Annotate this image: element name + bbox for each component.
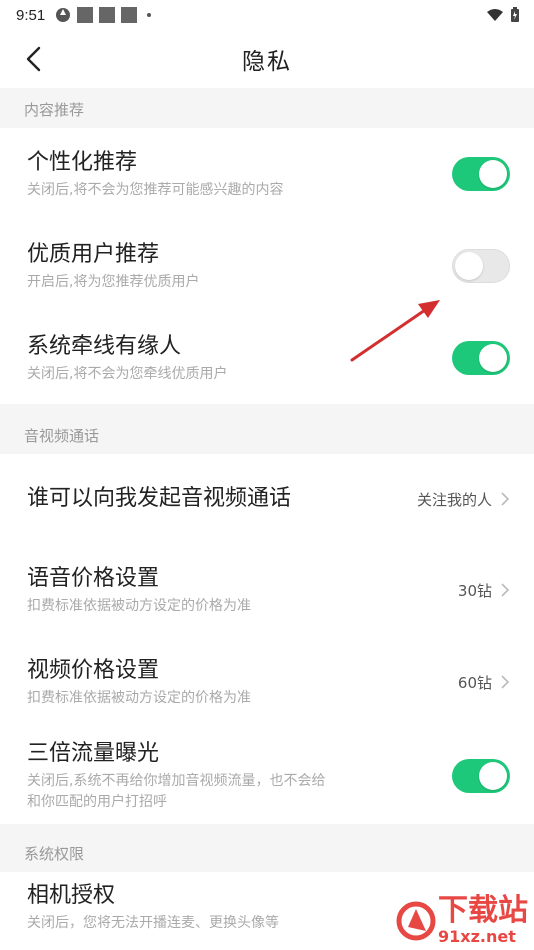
section-header-system-permissions: 系统权限 <box>0 824 534 872</box>
watermark-url: 91xz.net <box>438 927 516 946</box>
row-title: 三倍流量曝光 <box>27 741 160 766</box>
watermark-text: 下载站 <box>438 893 528 928</box>
aperture-icon <box>56 8 71 22</box>
toggle-knob <box>455 252 483 280</box>
triple-traffic-exposure-toggle[interactable] <box>452 759 510 793</box>
voice-price-row[interactable]: 语音价格设置 扣费标准依据被动方设定的价格为准 30钻 <box>0 544 534 636</box>
site-watermark: 下载站 91xz.net <box>396 895 528 946</box>
row-subtitle: 扣费标准依据被动方设定的价格为准 <box>27 597 251 614</box>
row-subtitle: 扣费标准依据被动方设定的价格为准 <box>27 689 251 706</box>
row-subtitle: 和你匹配的用户打招呼 <box>27 794 167 810</box>
triple-traffic-exposure-row: 三倍流量曝光 关闭后,系统不再给你增加音视频流量，也不会给 和你匹配的用户打招呼 <box>0 728 534 824</box>
section-header-av-call: 音视频通话 <box>0 404 534 454</box>
status-bar: 9:51 <box>0 0 534 30</box>
back-button[interactable] <box>18 42 48 76</box>
notification-icon <box>77 7 94 23</box>
personalized-recommend-row: 个性化推荐 关闭后,将不会为您推荐可能感兴趣的内容 <box>0 128 534 220</box>
row-subtitle: 关闭后,将不会为您牵线优质用户 <box>27 365 228 382</box>
quality-user-recommend-row: 优质用户推荐 开启后,将为您推荐优质用户 <box>0 220 534 312</box>
who-can-call-row[interactable]: 谁可以向我发起音视频通话 关注我的人 <box>0 454 534 544</box>
video-price-row[interactable]: 视频价格设置 扣费标准依据被动方设定的价格为准 60钻 <box>0 636 534 728</box>
status-notification-icons <box>55 7 152 23</box>
row-title: 优质用户推荐 <box>27 241 160 267</box>
row-value: 30钻 <box>457 581 492 600</box>
status-time: 9:51 <box>16 6 46 24</box>
chevron-right-icon <box>501 675 510 689</box>
chevron-right-icon <box>501 492 510 506</box>
watermark-logo-icon <box>396 901 436 940</box>
row-subtitle: 关闭后,系统不再给你增加音视频流量，也不会给 <box>27 773 326 789</box>
toggle-knob <box>479 344 507 372</box>
battery-icon <box>511 7 519 22</box>
row-title: 谁可以向我发起音视频通话 <box>27 486 292 511</box>
notification-icon <box>99 7 116 23</box>
chevron-right-icon <box>501 583 510 597</box>
row-title: 视频价格设置 <box>27 657 160 683</box>
wifi-icon <box>487 9 503 21</box>
notification-icon <box>121 7 138 23</box>
row-subtitle: 关闭后,将不会为您推荐可能感兴趣的内容 <box>27 181 284 198</box>
section-header-content-recommend: 内容推荐 <box>0 88 534 128</box>
row-value: 60钻 <box>457 673 492 692</box>
toggle-knob <box>479 160 507 188</box>
page-title: 隐私 <box>242 49 292 75</box>
system-matchmaking-toggle[interactable] <box>452 341 510 375</box>
quality-user-recommend-toggle[interactable] <box>452 249 510 283</box>
more-notifications-dot <box>147 13 152 17</box>
page-header: 隐私 <box>0 30 534 88</box>
row-title: 系统牵线有缘人 <box>27 333 182 359</box>
back-arrow-icon <box>26 46 41 72</box>
row-title: 个性化推荐 <box>27 149 138 175</box>
personalized-recommend-toggle[interactable] <box>452 157 510 191</box>
row-value: 关注我的人 <box>416 490 492 509</box>
status-system-icons <box>486 7 520 23</box>
toggle-knob <box>479 762 507 790</box>
row-subtitle: 开启后,将为您推荐优质用户 <box>27 273 200 290</box>
system-matchmaking-row: 系统牵线有缘人 关闭后,将不会为您牵线优质用户 <box>0 312 534 404</box>
row-title: 语音价格设置 <box>27 565 160 591</box>
